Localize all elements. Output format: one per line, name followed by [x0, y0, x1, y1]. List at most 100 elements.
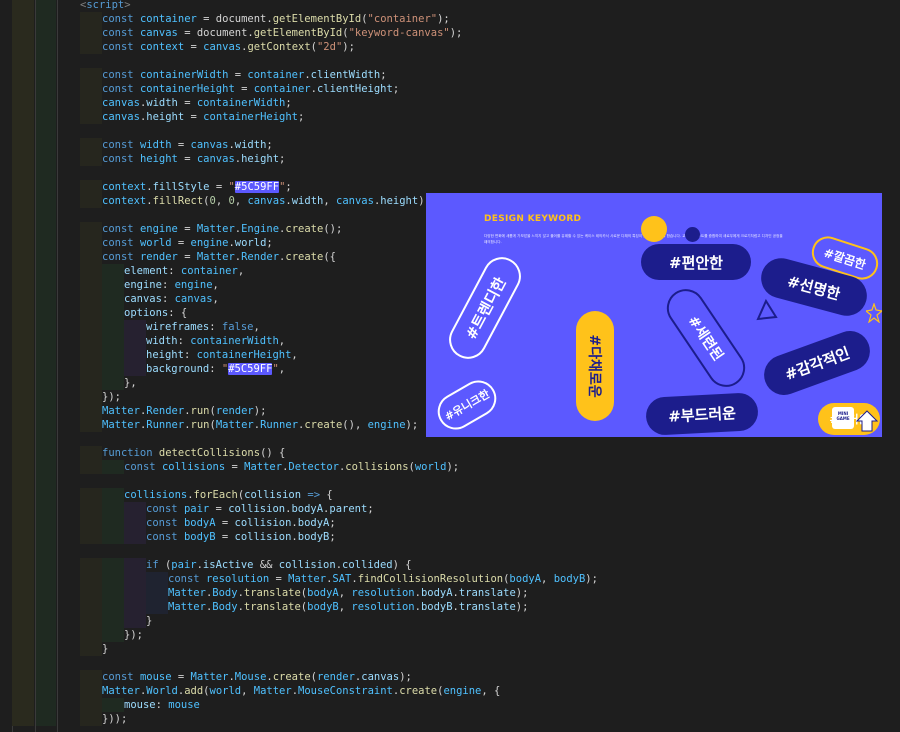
code-line[interactable] — [0, 544, 900, 558]
code-token: , — [541, 573, 554, 585]
code-line[interactable]: const mouse = Matter.Mouse.create(render… — [0, 670, 900, 684]
code-line[interactable]: const collisions = Matter.Detector.colli… — [0, 460, 900, 474]
code-token: fillRect — [152, 195, 204, 207]
code-line[interactable] — [0, 656, 900, 670]
code-token: : — [155, 699, 169, 711]
code-line[interactable]: context.fillStyle = "#5C59FF"; — [0, 180, 900, 194]
code-token: containerHeight — [203, 111, 298, 123]
code-line[interactable]: mouse: mouse — [0, 698, 900, 712]
code-text: const mouse = Matter.Mouse.create(render… — [102, 670, 412, 684]
code-token: Runner — [260, 419, 299, 431]
keyword-pill-comfortable[interactable]: #편안한 — [641, 244, 751, 280]
code-token: wireframes — [146, 321, 210, 333]
keyword-label: #유니크한 — [442, 387, 493, 424]
code-token: ; — [285, 181, 292, 193]
code-token: = — [177, 97, 197, 109]
code-line[interactable]: const container = document.getElementByI… — [0, 12, 900, 26]
code-token: ; — [367, 503, 374, 515]
code-text: const containerHeight = container.client… — [102, 82, 399, 96]
code-line[interactable]: Matter.Body.translate(bodyB, resolution.… — [0, 600, 900, 614]
indent-highlight — [36, 278, 56, 292]
code-editor[interactable]: <script> const container = document.getEl… — [0, 0, 900, 732]
code-token: } — [146, 615, 153, 627]
code-line[interactable]: collisions.forEach(collision => { — [0, 488, 900, 502]
indent-highlight — [36, 82, 56, 96]
home-icon[interactable] — [856, 409, 878, 433]
keyword-pill-refined[interactable]: #세련된 — [659, 281, 753, 395]
code-line[interactable]: <script> — [0, 0, 900, 12]
keyword-canvas-preview[interactable]: DESIGN KEYWORD 다양한 변화에 새롭게 가보았을 느끼지 않고 풀… — [426, 193, 882, 437]
indent-highlight — [36, 54, 56, 68]
keyword-pill-trendy[interactable]: #트렌디한 — [442, 250, 528, 366]
mini-game-badge[interactable]: MINI GAME — [832, 407, 854, 429]
code-text: const bodyB = collision.bodyB; — [146, 530, 336, 544]
code-line[interactable] — [0, 474, 900, 488]
code-token: , — [338, 587, 352, 599]
code-token: containerHeight — [196, 349, 292, 361]
code-line[interactable]: const bodyA = collision.bodyA; — [0, 516, 900, 530]
code-line[interactable] — [0, 54, 900, 68]
code-line[interactable]: const pair = collision.bodyA.parent; — [0, 502, 900, 516]
indent-highlight — [12, 96, 34, 110]
code-token: world — [414, 461, 447, 473]
code-text: Matter.Body.translate(bodyB, resolution.… — [168, 600, 528, 614]
keyword-pill-soft[interactable]: #부드러운 — [645, 392, 759, 436]
code-line[interactable]: const containerHeight = container.client… — [0, 82, 900, 96]
code-line[interactable]: const width = canvas.width; — [0, 138, 900, 152]
code-token: : — [183, 349, 197, 361]
code-text: Matter.Runner.run(Matter.Runner.create()… — [102, 418, 418, 432]
indent-highlight — [12, 376, 34, 390]
indent-highlight — [12, 0, 34, 12]
indent-highlight — [80, 278, 102, 292]
code-token: const — [124, 461, 162, 473]
indent-highlight — [124, 558, 146, 572]
code-line[interactable]: canvas.width = containerWidth; — [0, 96, 900, 110]
code-text: mouse: mouse — [124, 698, 200, 712]
code-token: background — [146, 363, 210, 375]
indent-highlight — [12, 152, 34, 166]
code-line[interactable]: function detectCollisions() { — [0, 446, 900, 460]
code-token: collision — [244, 489, 302, 501]
code-line[interactable] — [0, 124, 900, 138]
code-line[interactable]: Matter.Body.translate(bodyA, resolution.… — [0, 586, 900, 600]
code-line[interactable]: } — [0, 642, 900, 656]
code-line[interactable]: const bodyB = collision.bodyB; — [0, 530, 900, 544]
code-token: const — [102, 223, 140, 235]
code-line[interactable]: const height = canvas.height; — [0, 152, 900, 166]
code-line[interactable]: const canvas = document.getElementById("… — [0, 26, 900, 40]
indent-highlight — [80, 670, 102, 684]
code-line[interactable]: Matter.World.add(world, Matter.MouseCons… — [0, 684, 900, 698]
code-text: canvas.height = containerHeight; — [102, 110, 304, 124]
code-line[interactable]: const resolution = Matter.SAT.findCollis… — [0, 572, 900, 586]
code-token: , — [291, 349, 298, 361]
code-line[interactable]: const context = canvas.getContext("2d"); — [0, 40, 900, 54]
code-line[interactable] — [0, 166, 900, 180]
indent-highlight — [146, 572, 168, 586]
code-text: Matter.Body.translate(bodyA, resolution.… — [168, 586, 528, 600]
code-line[interactable]: if (pair.isActive && collision.collided)… — [0, 558, 900, 572]
keyword-pill-sensible[interactable]: #감각적인 — [758, 325, 876, 401]
code-line[interactable]: const containerWidth = container.clientW… — [0, 68, 900, 82]
code-line[interactable]: } — [0, 614, 900, 628]
code-token: "2d" — [316, 41, 343, 53]
indent-highlight — [36, 0, 56, 12]
indent-highlight — [36, 544, 56, 558]
keyword-pill-unique[interactable]: #유니크한 — [431, 373, 503, 437]
code-line[interactable]: }); — [0, 628, 900, 642]
indent-highlight — [102, 488, 124, 502]
code-token: Engine — [241, 223, 280, 235]
code-token: bodyA — [183, 517, 216, 529]
code-token: collisions — [124, 489, 188, 501]
code-line[interactable]: canvas.height = containerHeight; — [0, 110, 900, 124]
color-value-highlight: #5C59FF — [228, 363, 273, 375]
indent-highlight — [80, 26, 102, 40]
indent-highlight — [80, 572, 102, 586]
indent-highlight — [36, 124, 56, 138]
indent-highlight — [124, 530, 146, 544]
keyword-pill-colorful[interactable]: #다채로운 — [576, 311, 614, 421]
code-token: => — [301, 489, 327, 501]
code-line[interactable]: })); — [0, 712, 900, 726]
code-token: canvas — [336, 195, 374, 207]
indent-highlight — [36, 572, 56, 586]
indent-highlight — [12, 320, 34, 334]
